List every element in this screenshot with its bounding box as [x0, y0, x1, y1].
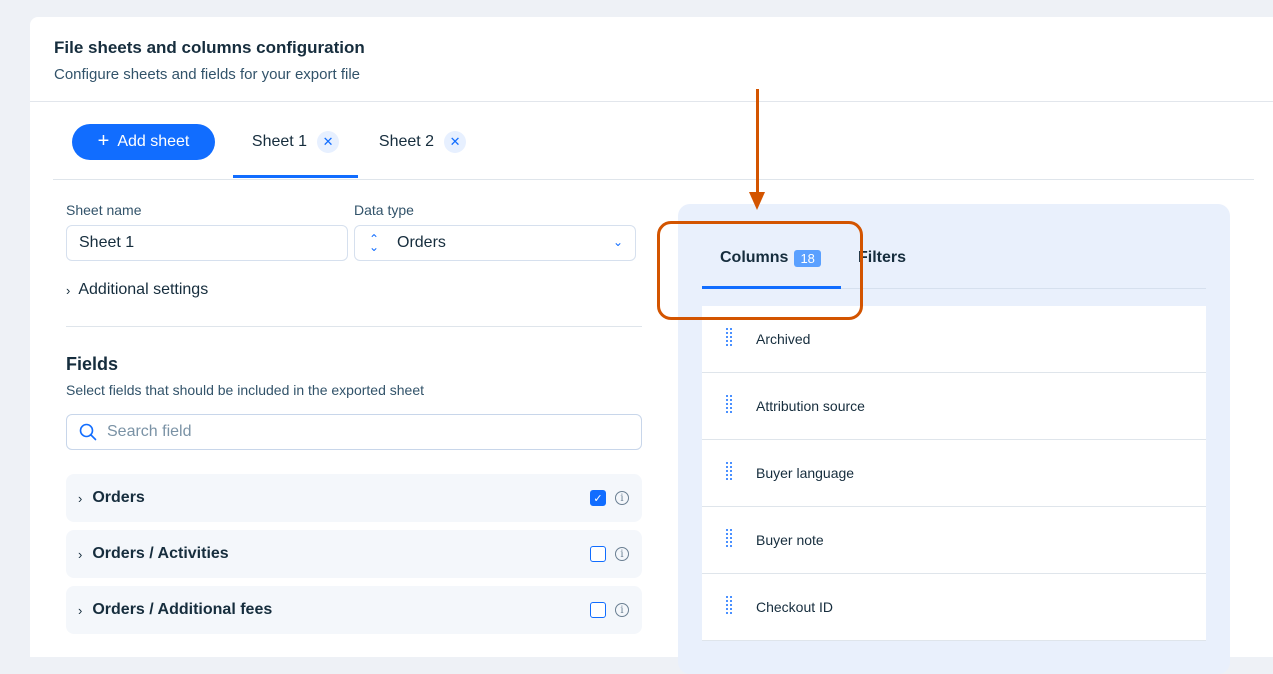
column-name: Buyer note: [756, 532, 824, 548]
group-checkbox[interactable]: [590, 546, 606, 562]
field-group-label: Orders / Additional fees: [92, 601, 273, 618]
search-input[interactable]: [107, 423, 607, 441]
drag-handle-icon[interactable]: [726, 596, 732, 618]
close-icon[interactable]: ✕: [317, 131, 340, 153]
list-item[interactable]: Checkout ID: [702, 574, 1206, 641]
plus-icon: +: [97, 130, 110, 152]
drag-handle-icon[interactable]: [726, 462, 732, 484]
column-name: Checkout ID: [756, 599, 834, 615]
annotation-arrow-head: [749, 192, 765, 210]
info-icon[interactable]: i: [615, 491, 629, 505]
export-config-card: File sheets and columns configuration Co…: [30, 17, 1273, 674]
column-name: Archived: [756, 331, 811, 347]
additional-settings-toggle[interactable]: › Additional settings: [66, 281, 208, 299]
field-group-orders[interactable]: › Orders ✓ i: [66, 474, 642, 522]
divider: [30, 101, 1273, 102]
sheet-name-value: Sheet 1: [79, 234, 135, 251]
annotation-highlight: [657, 221, 863, 320]
page-subtitle: Configure sheets and fields for your exp…: [54, 66, 360, 83]
data-type-select[interactable]: ⌃ ⌄ Orders ⌄: [354, 225, 636, 261]
close-icon[interactable]: ✕: [444, 131, 467, 153]
tab-sheet-1[interactable]: Sheet 1 ✕: [233, 124, 358, 178]
sheet-name-input[interactable]: Sheet 1: [66, 225, 348, 261]
list-item[interactable]: Buyer note: [702, 507, 1206, 574]
field-group-label: Orders: [92, 489, 145, 506]
list-item[interactable]: Attribution source: [702, 373, 1206, 440]
field-group-label: Orders / Activities: [92, 545, 229, 562]
header: File sheets and columns configuration Co…: [54, 38, 365, 83]
search-field[interactable]: [66, 414, 642, 450]
info-icon[interactable]: i: [615, 547, 629, 561]
data-type-value: Orders: [397, 234, 446, 251]
drag-handle-icon[interactable]: [726, 395, 732, 417]
list-item[interactable]: Buyer language: [702, 440, 1206, 507]
field-group-orders-additional-fees[interactable]: › Orders / Additional fees i: [66, 586, 642, 634]
column-name: Buyer language: [756, 465, 855, 481]
tabs-divider: [53, 179, 1254, 180]
fields-subtitle: Select fields that should be included in…: [66, 382, 425, 398]
annotation-arrow: [756, 89, 759, 194]
column-name: Attribution source: [756, 398, 865, 414]
chevron-right-icon: ›: [78, 490, 83, 506]
divider: [66, 326, 642, 327]
fields-title: Fields: [66, 354, 119, 374]
tab-label: Sheet 1: [251, 133, 308, 150]
add-sheet-label: Add sheet: [117, 133, 190, 150]
columns-list: Archived Attribution source Buyer langua…: [702, 306, 1206, 641]
chevron-down-icon: ⌄: [612, 235, 623, 249]
drag-handle-icon[interactable]: [726, 529, 732, 551]
field-group-orders-activities[interactable]: › Orders / Activities i: [66, 530, 642, 578]
filters-tab-label: Filters: [858, 249, 907, 266]
tab-filters[interactable]: Filters: [858, 249, 906, 267]
sort-icon: ⌃ ⌄: [368, 232, 380, 254]
page-title: File sheets and columns configuration: [54, 38, 365, 57]
tab-sheet-2[interactable]: Sheet 2 ✕: [365, 124, 480, 178]
drag-handle-icon[interactable]: [726, 328, 732, 350]
additional-settings-label: Additional settings: [78, 281, 209, 298]
chevron-right-icon: ›: [78, 546, 83, 562]
tab-label: Sheet 2: [378, 133, 435, 150]
search-icon: [79, 423, 97, 441]
data-type-label: Data type: [354, 202, 414, 218]
chevron-right-icon: ›: [78, 602, 83, 618]
chevron-right-icon: ›: [66, 282, 71, 298]
group-checkbox[interactable]: ✓: [590, 490, 606, 506]
info-icon[interactable]: i: [615, 603, 629, 617]
sheet-name-label: Sheet name: [66, 202, 142, 218]
add-sheet-button[interactable]: + Add sheet: [72, 124, 215, 160]
group-checkbox[interactable]: [590, 602, 606, 618]
